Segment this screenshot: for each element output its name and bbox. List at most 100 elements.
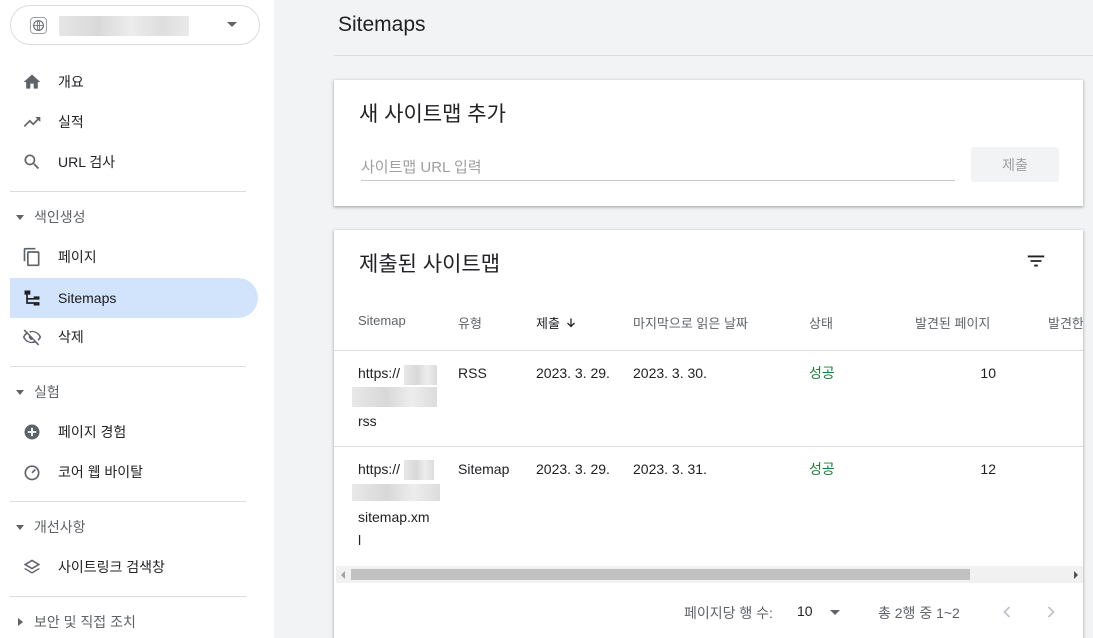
sitemap-url-input[interactable] [361,157,955,181]
column-header-sitemap[interactable]: Sitemap [358,313,406,328]
column-header-type[interactable]: 유형 [458,313,482,332]
section-enhancements-header[interactable]: 개선사항 [10,515,258,539]
cell-type: RSS [458,365,487,381]
trending-up-icon [22,112,42,132]
sidebar: 개요 실적 URL 검사 색인생성 페이지 Sitemaps 삭제 실험 페이지… [0,0,274,638]
sidebar-item-label: 실적 [58,114,84,130]
sidebar-item-removals[interactable]: 삭제 [10,317,258,357]
property-selector[interactable] [10,5,260,45]
sitemap-url-line: l [358,532,362,548]
section-label: 개선사항 [34,519,86,535]
filter-icon[interactable] [1024,249,1048,273]
sidebar-item-label: Sitemaps [58,290,117,306]
sidebar-divider [10,191,246,192]
cell-last-read: 2023. 3. 31. [633,461,707,477]
sitemap-url-line: rss [358,413,377,429]
chevron-left-icon [1003,606,1011,618]
sidebar-item-url-inspection[interactable]: URL 검사 [10,142,258,182]
speed-gauge-icon [22,462,42,482]
cell-status: 성공 [809,461,835,477]
expand-arrow-icon [16,390,24,395]
sidebar-divider [10,596,246,597]
cell-type: Sitemap [458,461,510,477]
submit-button[interactable]: 제출 [971,147,1059,182]
sidebar-item-performance[interactable]: 실적 [10,102,258,142]
sitemap-url-redacted [352,484,440,501]
sidebar-item-label: 페이지 경험 [58,424,127,440]
search-icon [22,152,42,172]
rows-per-page-select[interactable]: 10 [797,603,840,619]
rows-per-page-label: 페이지당 행 수: [684,605,773,621]
column-header-submitted[interactable]: 제출 [536,313,578,332]
column-header-last-read[interactable]: 마지막으로 읽은 날짜 [633,313,748,332]
cell-submitted: 2023. 3. 29. [536,365,610,381]
column-header-label: 제출 [536,316,560,331]
sidebar-item-sitelinks-searchbox[interactable]: 사이트링크 검색창 [10,547,258,587]
section-label: 실험 [34,384,60,400]
rows-per-page-value: 10 [797,603,813,619]
globe-icon [30,17,47,34]
chevron-down-icon [227,22,237,27]
sidebar-item-label: 사이트링크 검색창 [58,559,165,575]
sidebar-item-sitemaps[interactable]: Sitemaps [10,278,258,318]
sidebar-divider [10,366,246,367]
title-divider [334,55,1093,56]
scrollbar-thumb[interactable] [351,569,970,580]
arrow-down-icon [564,316,578,330]
section-label: 보안 및 직접 조치 [34,614,136,630]
layers-icon [22,557,42,577]
scroll-left-icon[interactable] [341,571,345,579]
property-name-redacted [59,16,189,36]
column-header-discovered-pages[interactable]: 발견된 페이지 [915,313,990,332]
sidebar-item-pages[interactable]: 페이지 [10,237,258,277]
sitemap-icon [22,288,42,308]
next-page-button[interactable] [1039,600,1063,624]
expand-arrow-icon [16,215,24,220]
horizontal-scrollbar[interactable] [336,566,1083,583]
pages-icon [22,247,42,267]
chevron-right-icon [1047,606,1055,618]
home-icon [22,72,42,92]
add-sitemap-card: 새 사이트맵 추가 제출 [334,80,1083,206]
sidebar-item-label: 코어 웹 바이탈 [58,464,144,480]
cell-status: 성공 [809,365,835,381]
sidebar-divider [10,501,246,502]
column-header-discovered-videos[interactable]: 발견한 [1048,313,1083,332]
page-title: Sitemaps [338,13,426,36]
sitemap-url-line: https:// [358,365,401,381]
cell-submitted: 2023. 3. 29. [536,461,610,477]
section-label: 색인생성 [34,209,86,225]
expand-arrow-icon [16,525,24,530]
sidebar-item-overview[interactable]: 개요 [10,62,258,102]
sidebar-item-label: URL 검사 [58,154,116,170]
cell-last-read: 2023. 3. 30. [633,365,707,381]
collapse-arrow-icon [18,618,23,626]
sitemap-url-redacted [352,387,437,407]
submitted-sitemaps-card: 제출된 사이트맵 Sitemap 유형 제출 마지막으로 읽은 날짜 상태 발견… [334,230,1083,638]
sidebar-item-label: 페이지 [58,249,97,265]
sitemap-url-line: https:// [358,461,401,477]
column-header-status[interactable]: 상태 [809,313,833,332]
section-indexing-header[interactable]: 색인생성 [10,205,258,229]
row-divider [334,350,1083,351]
sitemap-url-line: sitemap.xm [358,509,430,525]
submitted-sitemaps-title: 제출된 사이트맵 [359,253,501,276]
cell-discovered-pages: 12 [980,461,996,477]
sitemap-url-redacted [404,460,434,480]
previous-page-button[interactable] [995,600,1019,624]
sidebar-item-page-experience[interactable]: 페이지 경험 [10,412,258,452]
sidebar-item-label: 개요 [58,74,84,90]
chevron-down-icon [830,610,840,615]
sitemap-url-redacted [404,365,437,385]
add-circle-icon [22,422,42,442]
visibility-off-icon [22,327,42,347]
sidebar-item-core-web-vitals[interactable]: 코어 웹 바이탈 [10,452,258,492]
sidebar-item-label: 삭제 [58,329,84,345]
section-experience-header[interactable]: 실험 [10,380,258,404]
cell-discovered-pages: 10 [980,365,996,381]
scroll-right-icon[interactable] [1074,571,1078,579]
section-security-header[interactable]: 보안 및 직접 조치 [10,610,258,634]
add-sitemap-title: 새 사이트맵 추가 [359,103,506,126]
row-divider [334,446,1083,447]
pagination-range: 총 2행 중 1~2 [878,605,960,621]
